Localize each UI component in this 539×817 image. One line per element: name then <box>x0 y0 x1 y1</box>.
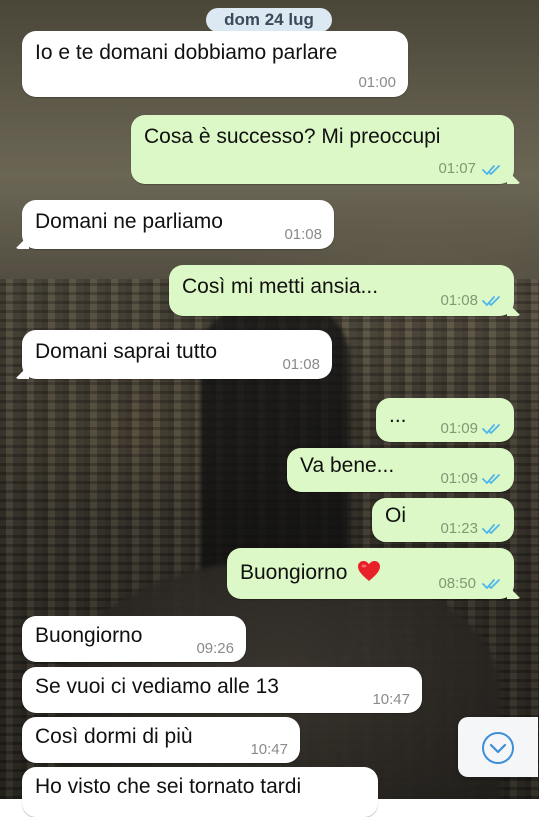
message-bubble-outgoing[interactable]: ... 01:09 <box>376 398 514 442</box>
message-bubble-incoming[interactable]: Domani ne parliamo 01:08 <box>15 200 334 249</box>
message-time: 01:00 <box>358 74 396 91</box>
message-bubble-outgoing[interactable]: Così mi metti ansia... 01:08 <box>169 265 521 316</box>
message-time: 01:08 <box>284 226 322 243</box>
double-check-icon <box>482 296 500 306</box>
message-bubble-outgoing[interactable]: Cosa è successo? Mi preoccupi 01:07 <box>131 115 521 184</box>
message-time: 08:50 <box>438 575 476 592</box>
message-bubble-incoming[interactable]: Se vuoi ci vediamo alle 13 10:47 <box>22 667 422 713</box>
message-text: Va bene... <box>300 454 395 477</box>
message-time: 10:47 <box>372 691 410 708</box>
message-text: Così mi metti ansia... <box>182 275 379 298</box>
double-check-icon <box>482 524 500 534</box>
double-check-icon <box>482 424 500 434</box>
message-text: Domani ne parliamo <box>35 210 223 233</box>
message-bubble-outgoing[interactable]: Va bene... 01:09 <box>287 448 514 492</box>
message-text: Cosa è successo? Mi preoccupi <box>144 125 441 148</box>
message-time: 01:08 <box>440 292 478 309</box>
message-bubble-outgoing[interactable]: Oi 01:23 <box>372 498 514 542</box>
message-text: ... <box>389 404 407 427</box>
message-text: Così dormi di più <box>35 725 193 748</box>
message-bubble-incoming[interactable]: Buongiorno 09:26 <box>22 616 246 662</box>
message-time: 01:09 <box>440 420 478 437</box>
double-check-icon <box>482 579 500 589</box>
message-text: Oi <box>385 504 406 527</box>
message-text: Buongiorno <box>240 560 381 585</box>
message-bubble-incoming[interactable]: Io e te domani dobbiamo parlare 01:00 <box>22 31 408 97</box>
message-time: 01:09 <box>440 470 478 487</box>
message-text: Ho visto che sei tornato tardi <box>35 775 302 798</box>
message-time: 01:08 <box>282 356 320 373</box>
double-check-icon <box>482 165 500 175</box>
message-text: Io e te domani dobbiamo parlare <box>35 41 338 64</box>
message-text: Se vuoi ci vediamo alle 13 <box>35 675 279 698</box>
message-text-body: Buongiorno <box>240 561 348 584</box>
message-time: 01:23 <box>440 520 478 537</box>
message-time: 10:47 <box>250 741 288 758</box>
heart-emoji-icon <box>358 561 381 581</box>
message-text: Domani saprai tutto <box>35 340 218 363</box>
scroll-to-bottom-button[interactable] <box>458 717 538 777</box>
date-separator: dom 24 lug <box>206 8 332 32</box>
message-text: Buongiorno <box>35 624 143 647</box>
message-bubble-incoming[interactable]: Ho visto che sei tornato tardi <box>22 767 378 817</box>
message-time: 01:07 <box>438 160 476 177</box>
message-bubble-outgoing[interactable]: Buongiorno 08:50 <box>227 548 521 599</box>
message-time: 09:26 <box>196 640 234 657</box>
double-check-icon <box>482 474 500 484</box>
chevron-down-circle-icon <box>482 732 514 764</box>
message-bubble-incoming[interactable]: Domani saprai tutto 01:08 <box>15 330 332 379</box>
message-bubble-incoming[interactable]: Così dormi di più 10:47 <box>22 717 300 763</box>
